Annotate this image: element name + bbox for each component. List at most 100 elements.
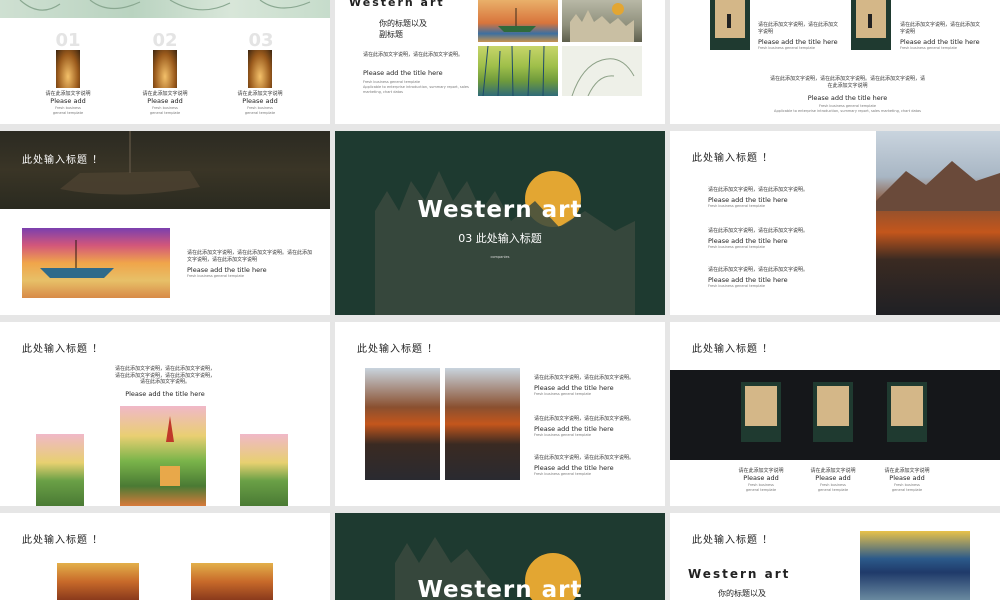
autumn-mountain-image [876, 131, 1000, 315]
item-note: Fresh business general template [708, 284, 766, 288]
slide-heading: Western art [688, 567, 791, 581]
item-title: Please add the title here [534, 425, 614, 433]
item-note: Fresh business general template [708, 245, 766, 249]
section-subtitle: 03 此处输入标题 [458, 232, 542, 245]
slide-note: Fresh business general template [363, 80, 421, 84]
item-note: Fresh business general template [900, 46, 958, 50]
trees-painting [562, 46, 642, 96]
framed-painting [710, 0, 750, 50]
slide-title: 此处输入标题 ！ [692, 535, 774, 546]
slide-subtitle: 你的标题以及 [379, 19, 427, 28]
item-title: Please add the title here [534, 384, 614, 392]
slide-description: 请在此添加文字说明，请在此添加文字说明。 [363, 52, 464, 58]
church-painting [57, 563, 139, 600]
item-number: 01 [55, 30, 81, 51]
cathedral-image [56, 50, 80, 88]
section-note: companies [490, 255, 510, 259]
cathedral-image [153, 50, 177, 88]
slide-title-en: Please add the title here [363, 69, 443, 77]
item-title: Please add the title here [758, 38, 838, 46]
item-title: Please add [50, 97, 86, 105]
slide-thumb-11[interactable]: Western art [335, 513, 665, 600]
slide-description: 请在此添加文字说明，请在此添加文字说明。请在此添加文字说明，请在此添加文字说明 [770, 76, 926, 89]
slide-thumb-4[interactable]: 此处输入标题 ！ 请在此添加文字说明，请在此添加文字说明。请在此添加文字说明，请… [0, 131, 330, 315]
slide-thumb-12[interactable]: 此处输入标题 ！ Western art 你的标题以及 [670, 513, 1000, 600]
slide-description: 请在此添加文字说明，请在此添加文字说明，请在此添加文字说明，请在此添加文字说明，… [115, 366, 216, 385]
item-description: 请在此添加文字说明，请在此添加文字说明。 [708, 267, 809, 273]
item-title: Please add [815, 474, 851, 482]
item-note: Fresh business general template [758, 46, 816, 50]
autumn-mountain-image [365, 368, 440, 480]
item-note: Fresh business general template [534, 472, 592, 476]
item-title: Please add the title here [708, 196, 788, 204]
slide-thumb-5[interactable]: Western art 03 此处输入标题 companies [335, 131, 665, 315]
item-title: Please add [889, 474, 925, 482]
slide-thumb-9[interactable]: 此处输入标题 ！ 请在此添加文字说明 Please add Fresh busi… [670, 322, 1000, 506]
item-note: Fresh business general template [891, 483, 923, 492]
slide-thumb-8[interactable]: 此处输入标题 ！ 请在此添加文字说明，请在此添加文字说明。 Please add… [335, 322, 665, 506]
slide-note: Fresh business general template [818, 104, 876, 108]
slide-title: 此处输入标题 ！ [22, 344, 104, 355]
boat-painting [22, 228, 170, 298]
item-title: Please add [147, 97, 183, 105]
item-number: 03 [248, 30, 274, 51]
item-description: 请在此添加文字说明，请在此添加文字说明。 [534, 416, 635, 422]
framed-painting [813, 382, 853, 442]
item-note: Fresh business general template [708, 204, 766, 208]
item-title: Please add the title here [534, 464, 614, 472]
item-note: Fresh business general template [817, 483, 849, 492]
slide-note: Fresh business general template [187, 274, 245, 278]
item-note: Fresh business general template [745, 483, 777, 492]
item-description: 请在此添加文字说明，请在此添加文字说明。 [708, 228, 809, 234]
castle-background [375, 171, 635, 315]
boat-painting [478, 0, 558, 42]
item-description: 请在此添加文字说明，请在此添加文字说明 [758, 22, 839, 35]
slide-thumb-10[interactable]: 此处输入标题 ！ [0, 513, 330, 600]
seascape-painting [860, 531, 970, 600]
slide-thumb-2[interactable]: Western art 你的标题以及 副标题 请在此添加文字说明，请在此添加文字… [335, 0, 665, 124]
item-title: Please add the title here [708, 237, 788, 245]
slide-subtitle: 你的标题以及 [718, 589, 766, 598]
item-title: Please add the title here [900, 38, 980, 46]
village-painting [120, 406, 206, 506]
item-note: Fresh business general template [244, 106, 276, 115]
slide-heading: Western art [349, 0, 445, 9]
slide-thumb-1[interactable]: 01 02 03 请在此添加文字说明 Please add Fresh busi… [0, 0, 330, 124]
slide-thumb-6[interactable]: 此处输入标题 ！ 请在此添加文字说明，请在此添加文字说明。 Please add… [670, 131, 1000, 315]
slide-title: 此处输入标题 ！ [692, 153, 774, 164]
tree-banner-image [0, 0, 330, 18]
slide-thumb-3[interactable]: 请在此添加文字说明，请在此添加文字说明 Please add the title… [670, 0, 1000, 124]
church-painting [191, 563, 273, 600]
item-title: Please add [242, 97, 278, 105]
slide-title-en: Please add the title here [125, 390, 205, 398]
item-note: Fresh business general template [534, 433, 592, 437]
slide-title: 此处输入标题 ！ [22, 155, 104, 166]
slide-note: Applicable to enterprise introduction, s… [774, 109, 921, 113]
slide-note: Applicable to enterprise introduction, s… [363, 85, 469, 94]
framed-painting [887, 382, 927, 442]
slide-title: 此处输入标题 ！ [357, 344, 439, 355]
slide-subtitle: 副标题 [379, 30, 403, 39]
section-heading: Western art [417, 577, 583, 600]
item-note: Fresh business general template [149, 106, 181, 115]
slide-title-en: Please add the title here [187, 266, 267, 274]
slide-title-en: Please add the title here [807, 94, 888, 102]
boat-banner-image [0, 131, 330, 209]
castle-painting [562, 0, 642, 42]
slide-thumb-7[interactable]: 此处输入标题 ！ 请在此添加文字说明，请在此添加文字说明，请在此添加文字说明，请… [0, 322, 330, 506]
framed-painting [741, 382, 781, 442]
item-title: Please add [743, 474, 779, 482]
autumn-mountain-image [445, 368, 520, 480]
forest-painting [478, 46, 558, 96]
slide-description: 请在此添加文字说明，请在此添加文字说明。请在此添加文字说明，请在此添加文字说明 [187, 250, 313, 263]
item-description: 请在此添加文字说明，请在此添加文字说明 [900, 22, 981, 35]
slide-title: 此处输入标题 ！ [22, 535, 104, 546]
slide-title: 此处输入标题 ！ [692, 344, 774, 355]
item-description: 请在此添加文字说明，请在此添加文字说明。 [708, 187, 809, 193]
item-number: 02 [152, 30, 178, 51]
item-note: Fresh business general template [52, 106, 84, 115]
item-note: Fresh business general template [534, 392, 592, 396]
item-description: 请在此添加文字说明，请在此添加文字说明。 [534, 375, 635, 381]
village-painting [240, 434, 288, 506]
item-title: Please add the title here [708, 276, 788, 284]
